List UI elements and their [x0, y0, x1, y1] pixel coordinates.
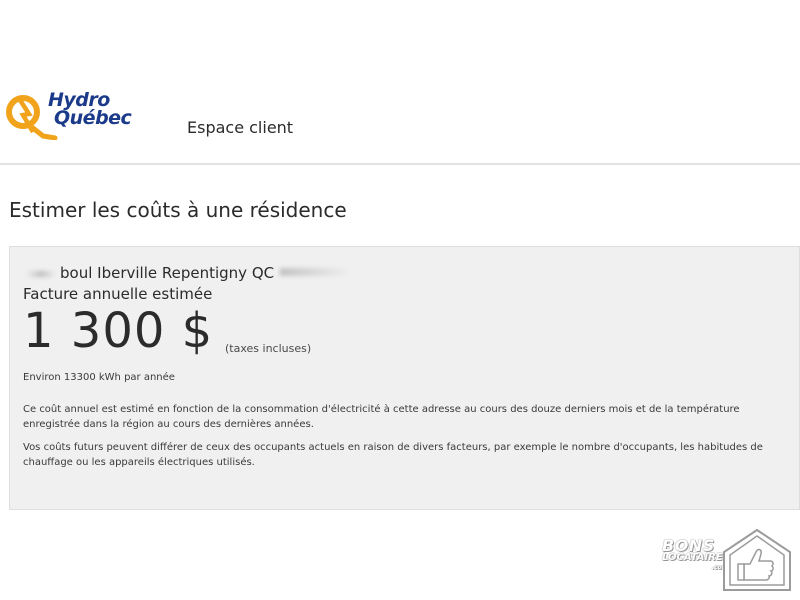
page-title: Estimer les coûts à une résidence [9, 198, 347, 222]
address: boul Iberville Repentigny QC [60, 264, 275, 282]
house-thumbs-up-icon [723, 528, 791, 591]
estimate-card: boul Iberville Repentigny QC Facture ann… [9, 246, 800, 510]
consumption-estimate: Environ 13300 kWh par année [23, 372, 175, 383]
hydro-quebec-logo[interactable]: Hydro Québec [3, 90, 153, 140]
estimate-explanation: Ce coût annuel est estimé en fonction de… [23, 404, 740, 430]
espace-client-link[interactable]: Espace client [187, 118, 293, 137]
watermark-line-2: LOCATAIRES [662, 552, 730, 563]
annual-amount: 1 300 $ [23, 303, 214, 359]
header: Hydro Québec Espace client [0, 0, 800, 165]
watermark-text: BONS LOCATAIRES .com [662, 536, 730, 572]
page: Hydro Québec Espace client Estimer les c… [0, 0, 800, 600]
bons-locataires-watermark: BONS LOCATAIRES .com [660, 528, 795, 592]
future-costs-disclaimer: Vos coûts futurs peuvent différer de ceu… [23, 442, 763, 468]
taxes-note: (taxes incluses) [225, 342, 312, 355]
logo-text: Hydro Québec [48, 91, 132, 129]
logo-line-2: Québec [54, 107, 132, 129]
redacted-postal-code [280, 268, 350, 276]
redacted-street-number [26, 271, 56, 277]
watermark-line-3: .com [711, 564, 728, 571]
annual-bill-label: Facture annuelle estimée [23, 285, 213, 303]
watermark-line-1: BONS [662, 536, 715, 555]
